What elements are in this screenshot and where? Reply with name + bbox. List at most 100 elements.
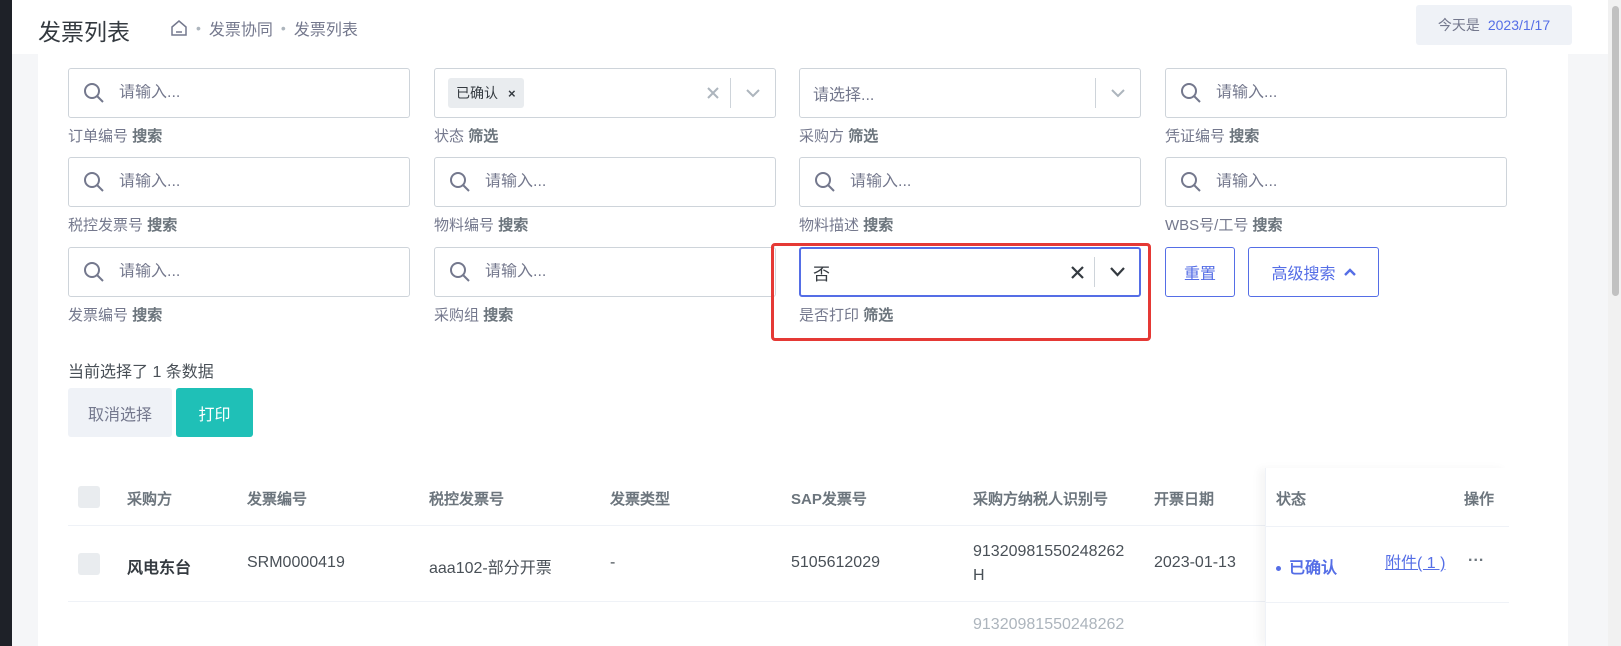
order-no-input-box[interactable] [68,68,410,118]
header-buyer[interactable]: 采购方 [127,488,172,509]
fixed-col-divider [1266,526,1509,527]
status-label: 状态 筛选 [434,128,499,145]
cell-invoice-type: - [610,554,616,571]
header-actions: 操作 [1464,491,1495,508]
order-no-label: 订单编号 搜索 [68,128,163,145]
filter-material-no: 物料编号 搜索 [434,157,776,234]
invoice-no-label: 发票编号 搜索 [68,307,163,324]
filter-buyer: 请选择... 采购方 筛选 [799,68,1141,145]
status-dot-icon [1276,566,1281,572]
cell-tax-invoice-no: aaa102-部分开票 [429,560,552,577]
advanced-search-label: 高级搜索 [1271,266,1336,283]
wbs-no-input-box[interactable] [1165,157,1507,207]
cancel-selection-button[interactable]: 取消选择 [68,388,172,437]
search-icon [1181,172,1201,192]
cell-sap-no: 5105612029 [791,554,880,571]
tax-invoice-no-input[interactable] [119,173,359,191]
breadcrumb-separator: • [280,20,286,36]
chevron-down-icon[interactable] [731,88,775,98]
purchase-group-input-box[interactable] [434,247,776,297]
voucher-no-input[interactable] [1216,84,1456,102]
material-desc-input[interactable] [850,173,1090,191]
wbs-no-input[interactable] [1216,173,1456,191]
filter-order-no: 订单编号 搜索 [68,68,410,145]
header-taxpayer-id[interactable]: 采购方纳税人识别号 [973,488,1108,509]
more-actions-icon[interactable]: ... [1468,548,1484,566]
app-window: 发票列表 • 发票协同 • 发票列表 今天是 2023/1/17 订单编号 搜索 [12,0,1608,646]
print-button[interactable]: 打印 [176,388,253,437]
left-edge [0,0,12,646]
fixed-col-divider [1266,602,1509,603]
buyer-label: 采购方 筛选 [799,128,879,145]
clear-icon[interactable] [696,87,730,99]
status-select[interactable]: 已确认 × [434,68,776,118]
search-icon [450,262,470,282]
advanced-search-button[interactable]: 高级搜索 [1248,247,1379,297]
search-icon [84,172,104,192]
scrollbar[interactable] [1608,0,1621,646]
search-icon [84,83,104,103]
date-display: 今天是 2023/1/17 [1416,5,1572,45]
breadcrumb-item-invoice-list: 发票列表 [293,22,358,39]
tax-invoice-no-label: 税控发票号 搜索 [68,217,178,234]
filter-and-table-card: 订单编号 搜索 已确认 × 状态 筛选 请选择... [38,54,1568,646]
home-icon[interactable] [170,19,188,37]
date-value: 2023/1/17 [1487,17,1551,33]
material-no-label: 物料编号 搜索 [434,217,529,234]
cell-invoice-date: 2023-01-13 [1154,554,1236,571]
tag-remove-icon[interactable]: × [508,86,516,101]
cell-taxpayer-id: 91320981550248262 H [973,540,1124,588]
page-title: 发票列表 [38,19,130,45]
search-icon [815,172,835,192]
material-no-input-box[interactable] [434,157,776,207]
purchase-group-label: 采购组 搜索 [434,307,514,324]
filter-material-desc: 物料描述 搜索 [799,157,1141,234]
tax-invoice-no-input-box[interactable] [68,157,410,207]
taxpayer-id-line-2: H [973,567,985,584]
filter-status: 已确认 × 状态 筛选 [434,68,776,145]
header-tax-invoice-no[interactable]: 税控发票号 [429,488,504,509]
order-no-input[interactable] [119,84,359,102]
invoice-no-input-box[interactable] [68,247,410,297]
filter-tax-invoice-no: 税控发票号 搜索 [68,157,410,234]
status-badge: 已确认 [1276,554,1337,578]
breadcrumb-separator: • [196,20,201,36]
row-checkbox[interactable] [78,553,100,575]
fixed-right-columns: 状态 操作 已确认 附件( 1 ) ... [1265,468,1509,646]
material-desc-label: 物料描述 搜索 [799,217,894,234]
selection-count-text: 当前选择了 1 条数据 [68,364,214,381]
chevron-up-icon [1343,268,1356,276]
header-invoice-no[interactable]: 发票编号 [247,488,307,509]
cell-invoice-no: SRM0000419 [247,554,345,571]
taxpayer-id-line-1: 91320981550248262 [973,543,1125,560]
chevron-down-icon[interactable] [1096,88,1140,98]
header-status[interactable]: 状态 [1276,488,1306,509]
header-invoice-date[interactable]: 开票日期 [1154,488,1214,509]
filter-wbs-no: WBS号/工号 搜索 [1165,157,1507,234]
next-row-taxpayer-id-partial: 91320981550248262 [973,616,1125,633]
status-tag: 已确认 × [448,78,524,108]
header-sap-no[interactable]: SAP发票号 [791,488,867,509]
header-invoice-type[interactable]: 发票类型 [610,488,670,509]
scrollbar-thumb[interactable] [1612,6,1619,296]
attachment-link[interactable]: 附件( 1 ) [1385,549,1445,573]
material-desc-input-box[interactable] [799,157,1141,207]
search-icon [450,172,470,192]
reset-button[interactable]: 重置 [1165,247,1235,297]
voucher-no-input-box[interactable] [1165,68,1507,118]
search-icon [84,262,104,282]
purchase-group-input[interactable] [485,263,725,281]
cell-buyer: 风电东台 [127,560,192,577]
status-tag-label: 已确认 [456,85,498,101]
wbs-no-label: WBS号/工号 搜索 [1165,217,1283,234]
buyer-select-placeholder: 请选择... [813,87,875,104]
select-all-checkbox[interactable] [78,486,100,508]
material-no-input[interactable] [485,173,725,191]
top-header: 发票列表 • 发票协同 • 发票列表 今天是 2023/1/17 [12,0,1608,54]
invoice-no-input[interactable] [119,263,359,281]
breadcrumb-item-invoice-collab[interactable]: 发票协同 [209,16,273,40]
voucher-no-label: 凭证编号 搜索 [1165,128,1260,145]
buyer-select[interactable]: 请选择... [799,68,1141,118]
filter-purchase-group: 采购组 搜索 [434,247,776,324]
filter-voucher-no: 凭证编号 搜索 [1165,68,1507,145]
